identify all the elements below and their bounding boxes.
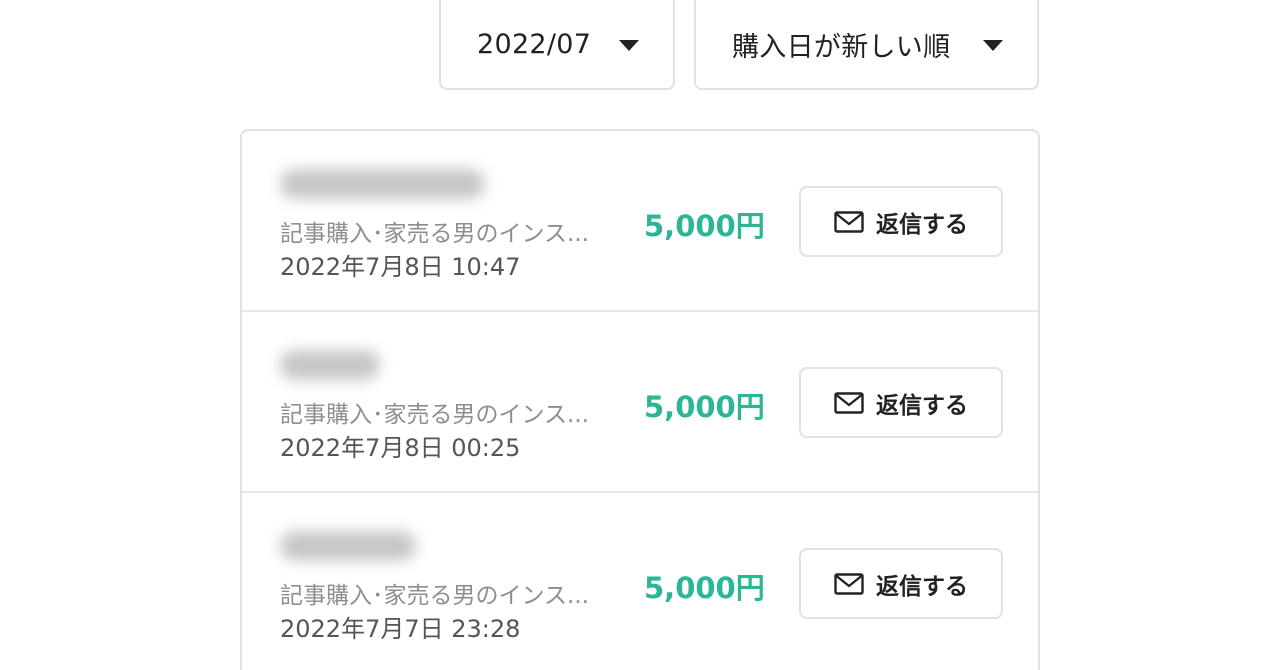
month-filter-value: 2022/07 <box>477 28 592 60</box>
sales-list: 記事購入･家売る男のインス... 2022年7月8日 10:47 5,000円 … <box>240 129 1040 670</box>
item-title: 記事購入･家売る男のインス... <box>280 402 589 428</box>
reply-button-label: 返信する <box>876 392 968 419</box>
mail-icon <box>834 572 864 595</box>
blurred-buyer-name <box>280 169 485 199</box>
item-title: 記事購入･家売る男のインス... <box>280 583 589 609</box>
item-title: 記事購入･家売る男のインス... <box>280 221 589 247</box>
purchase-date: 2022年7月7日 23:28 <box>280 615 521 643</box>
purchase-date: 2022年7月8日 10:47 <box>280 253 521 281</box>
purchase-date: 2022年7月8日 00:25 <box>280 434 521 462</box>
reply-button[interactable]: 返信する <box>799 186 1003 257</box>
list-item: 記事購入･家売る男のインス... 2022年7月8日 00:25 5,000円 … <box>242 312 1038 493</box>
reply-button[interactable]: 返信する <box>799 548 1003 619</box>
mail-icon <box>834 391 864 414</box>
reply-button-label: 返信する <box>876 211 968 238</box>
sales-history-page: 2022/07 購入日が新しい順 記事購入･家売る男のインス... 2022年7… <box>0 0 1280 670</box>
sort-order-value: 購入日が新しい順 <box>732 31 951 63</box>
price: 5,000円 <box>644 571 765 605</box>
mail-icon <box>834 210 864 233</box>
blurred-buyer-name <box>280 350 380 380</box>
list-item: 記事購入･家売る男のインス... 2022年7月7日 23:28 5,000円 … <box>242 493 1038 670</box>
blurred-buyer-name <box>280 531 416 561</box>
caret-down-icon <box>983 39 1003 51</box>
sort-order-dropdown[interactable]: 購入日が新しい順 <box>694 0 1039 90</box>
caret-down-icon <box>619 39 639 51</box>
month-filter-dropdown[interactable]: 2022/07 <box>439 0 675 90</box>
list-item: 記事購入･家売る男のインス... 2022年7月8日 10:47 5,000円 … <box>242 131 1038 312</box>
reply-button-label: 返信する <box>876 573 968 600</box>
reply-button[interactable]: 返信する <box>799 367 1003 438</box>
price: 5,000円 <box>644 390 765 424</box>
price: 5,000円 <box>644 209 765 243</box>
